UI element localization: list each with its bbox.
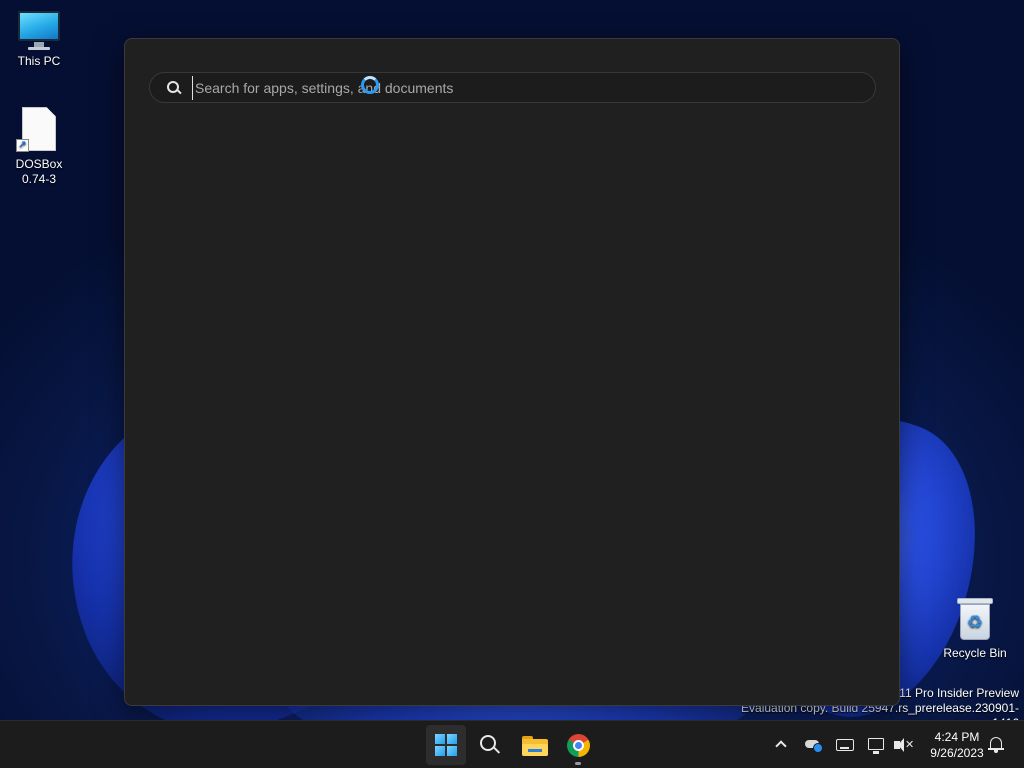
clock-button[interactable]: 4:24 PM 9/26/2023 [918, 729, 996, 761]
desktop-icon-dosbox[interactable]: ↗ DOSBox 0.74-3 [4, 107, 74, 187]
network-icon [868, 738, 884, 754]
running-indicator [575, 762, 581, 765]
keyboard-icon [836, 739, 854, 751]
search-icon [480, 735, 500, 755]
windows-start-icon [435, 734, 457, 756]
taskbar-chrome-button[interactable] [558, 725, 598, 765]
desktop-icon-label: DOSBox 0.74-3 [15, 157, 63, 186]
volume-tray-button[interactable]: ✕ [893, 735, 914, 755]
speaker-muted-icon [894, 738, 904, 752]
network-tray-button[interactable] [867, 735, 887, 755]
monitor-icon [17, 10, 61, 50]
chevron-up-icon [775, 740, 787, 752]
busy-cursor-icon [361, 76, 379, 94]
clock-time: 4:24 PM [934, 730, 980, 744]
taskbar: ✕ 4:24 PM 9/26/2023 [0, 720, 1024, 768]
show-hidden-icons-button[interactable] [771, 735, 791, 755]
folder-icon [522, 736, 548, 756]
clock-date: 9/26/2023 [930, 746, 984, 760]
search-flyout [124, 38, 900, 706]
notification-button[interactable] [988, 736, 1004, 754]
onedrive-tray-button[interactable] [803, 735, 823, 755]
taskbar-file-explorer-button[interactable] [514, 725, 554, 765]
info-badge-icon [813, 743, 823, 753]
desktop-icon-this-pc[interactable]: This PC [4, 10, 74, 69]
input-indicator-button[interactable] [835, 735, 855, 755]
taskbar-start-button[interactable] [426, 725, 466, 765]
search-input[interactable] [192, 75, 859, 100]
taskbar-search-button[interactable] [470, 725, 510, 765]
search-box[interactable] [149, 72, 876, 103]
desktop-icon-recycle-bin[interactable]: ♻ Recycle Bin [940, 596, 1010, 661]
recycle-bin-icon: ♻ [955, 596, 995, 642]
shortcut-file-icon: ↗ [16, 107, 62, 153]
desktop-icon-label: This PC [17, 54, 61, 68]
search-icon [166, 80, 182, 96]
desktop-icon-label: Recycle Bin [943, 646, 1007, 660]
chrome-icon [567, 734, 590, 757]
